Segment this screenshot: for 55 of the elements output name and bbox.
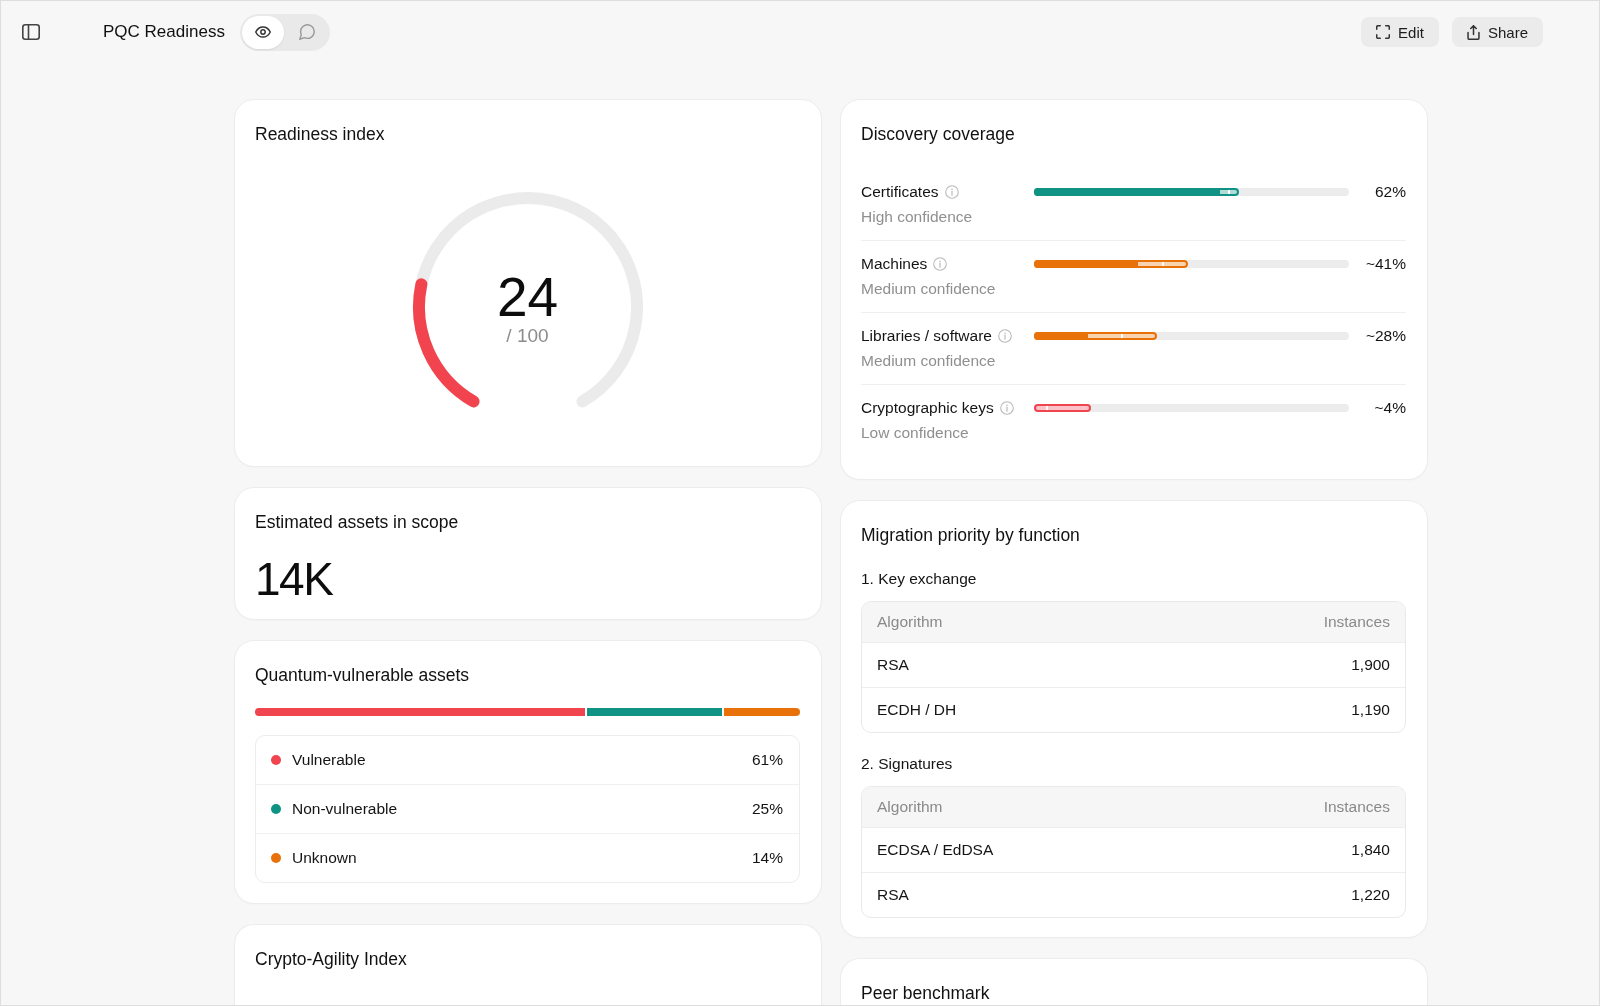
info-icon[interactable]	[997, 329, 1012, 343]
mode-tab[interactable]	[241, 15, 284, 49]
coverage-label: Machines	[861, 254, 928, 274]
coverage-label: Certificates	[861, 182, 939, 202]
column-header: Instances	[1323, 798, 1390, 816]
section-heading: 2. Signatures	[861, 754, 954, 774]
table-cell: RSA	[877, 886, 909, 904]
confidence-label: Medium confidence	[861, 279, 996, 299]
legend-value: 14%	[751, 849, 783, 867]
card-title: Crypto-Agility Index	[255, 948, 408, 970]
table-cell: ECDSA / EdDSA	[877, 841, 994, 859]
info-icon[interactable]	[999, 401, 1014, 415]
card-title: Migration priority by function	[861, 524, 1081, 546]
card-title: Estimated assets in scope	[255, 511, 460, 533]
coverage-value: 62%	[1374, 182, 1406, 202]
legend-value: 25%	[751, 800, 783, 818]
table-cell: ECDH / DH	[877, 701, 957, 719]
chat-bubble-icon	[298, 24, 315, 40]
coverage-label: Cryptographic keys	[861, 398, 994, 418]
page-title: PQC Readiness	[103, 22, 225, 42]
coverage-value: ~4%	[1374, 398, 1406, 418]
card-title: Peer benchmark	[861, 982, 991, 1004]
coverage-value: ~28%	[1365, 326, 1406, 346]
share-button[interactable]: Share	[1451, 17, 1543, 47]
confidence-label: Low confidence	[861, 423, 969, 443]
table-cell: RSA	[877, 656, 909, 674]
table-cell: 1,840	[1351, 841, 1390, 859]
confidence-label: High confidence	[861, 207, 973, 227]
table-cell: 1,900	[1351, 656, 1390, 674]
section-heading: 1. Key exchange	[861, 569, 978, 589]
upload-icon	[1466, 24, 1480, 40]
edit-button[interactable]: Edit	[1361, 17, 1439, 47]
legend-value: 61%	[751, 751, 783, 769]
legend-label: Unknown	[292, 849, 357, 867]
column-header: Instances	[1323, 613, 1390, 631]
corner-brackets-icon	[1376, 25, 1391, 39]
legend-label: Non-vulnerable	[292, 800, 398, 818]
card-title: Readiness index	[255, 123, 386, 145]
info-icon[interactable]	[933, 257, 948, 271]
coverage-label: Libraries / software	[861, 326, 992, 346]
table-cell: 1,190	[1351, 701, 1390, 719]
eye-icon	[254, 26, 271, 38]
score-scale: / 100	[506, 325, 549, 347]
column-header: Algorithm	[877, 613, 943, 631]
metric-value: 14K	[255, 554, 333, 604]
info-icon[interactable]	[944, 185, 959, 199]
card-title: Quantum-vulnerable assets	[255, 664, 470, 686]
coverage-value: ~41%	[1365, 254, 1406, 274]
legend-label: Vulnerable	[292, 751, 366, 769]
confidence-label: Medium confidence	[861, 351, 996, 371]
column-header: Algorithm	[877, 798, 943, 816]
score-value: 24	[496, 270, 559, 325]
sidebar-icon[interactable]	[22, 24, 40, 40]
card-title: Discovery coverage	[861, 123, 1016, 145]
table-cell: 1,220	[1351, 886, 1390, 904]
